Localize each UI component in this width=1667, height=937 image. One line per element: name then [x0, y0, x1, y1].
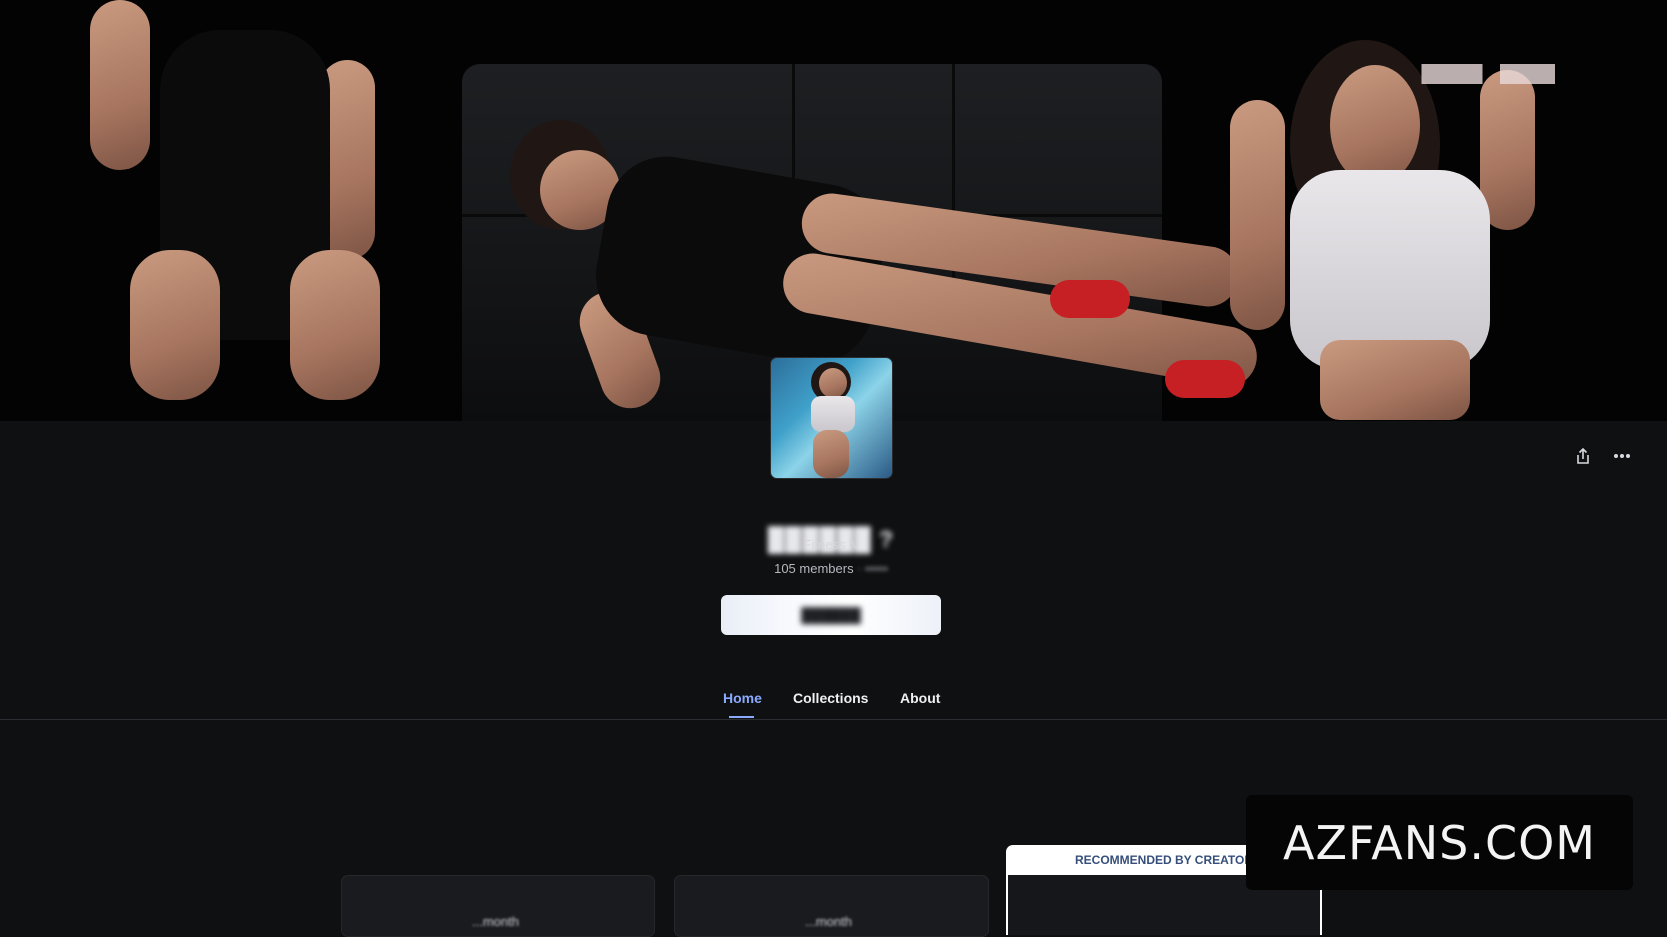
- members-count-suffix: · •••••: [857, 561, 888, 576]
- join-button[interactable]: ██████: [721, 595, 941, 635]
- avatar[interactable]: [770, 357, 893, 479]
- creator-tagline: Fitness N: [803, 537, 859, 552]
- tier-card-1[interactable]: ...month: [341, 875, 655, 937]
- tab-collections[interactable]: Collections: [793, 690, 868, 706]
- watermark: AZFANS.COM: [1246, 795, 1633, 890]
- join-button-label: ██████: [801, 607, 861, 623]
- active-tab-indicator: [729, 716, 754, 718]
- tier-card-2-price: ...month: [805, 914, 852, 929]
- tab-home[interactable]: Home: [723, 690, 762, 706]
- cover-figure-left: [90, 0, 380, 400]
- members-count-label: 105 members: [774, 561, 854, 576]
- watermark-text: AZFANS.COM: [1283, 815, 1596, 870]
- members-count: 105 members · •••••: [700, 561, 962, 576]
- share-icon: [1577, 447, 1589, 464]
- tier-card-2[interactable]: ...month: [674, 875, 989, 937]
- profile-tabs: Home Collections About: [0, 680, 1667, 720]
- cover-ornament: [1410, 64, 1555, 84]
- tier-card-1-price: ...month: [472, 914, 519, 929]
- tab-about[interactable]: About: [900, 690, 940, 706]
- share-button[interactable]: [1569, 442, 1597, 470]
- more-horizontal-icon: [1614, 454, 1630, 458]
- cover-figure-right: [1230, 40, 1560, 420]
- more-options-button[interactable]: [1608, 442, 1636, 470]
